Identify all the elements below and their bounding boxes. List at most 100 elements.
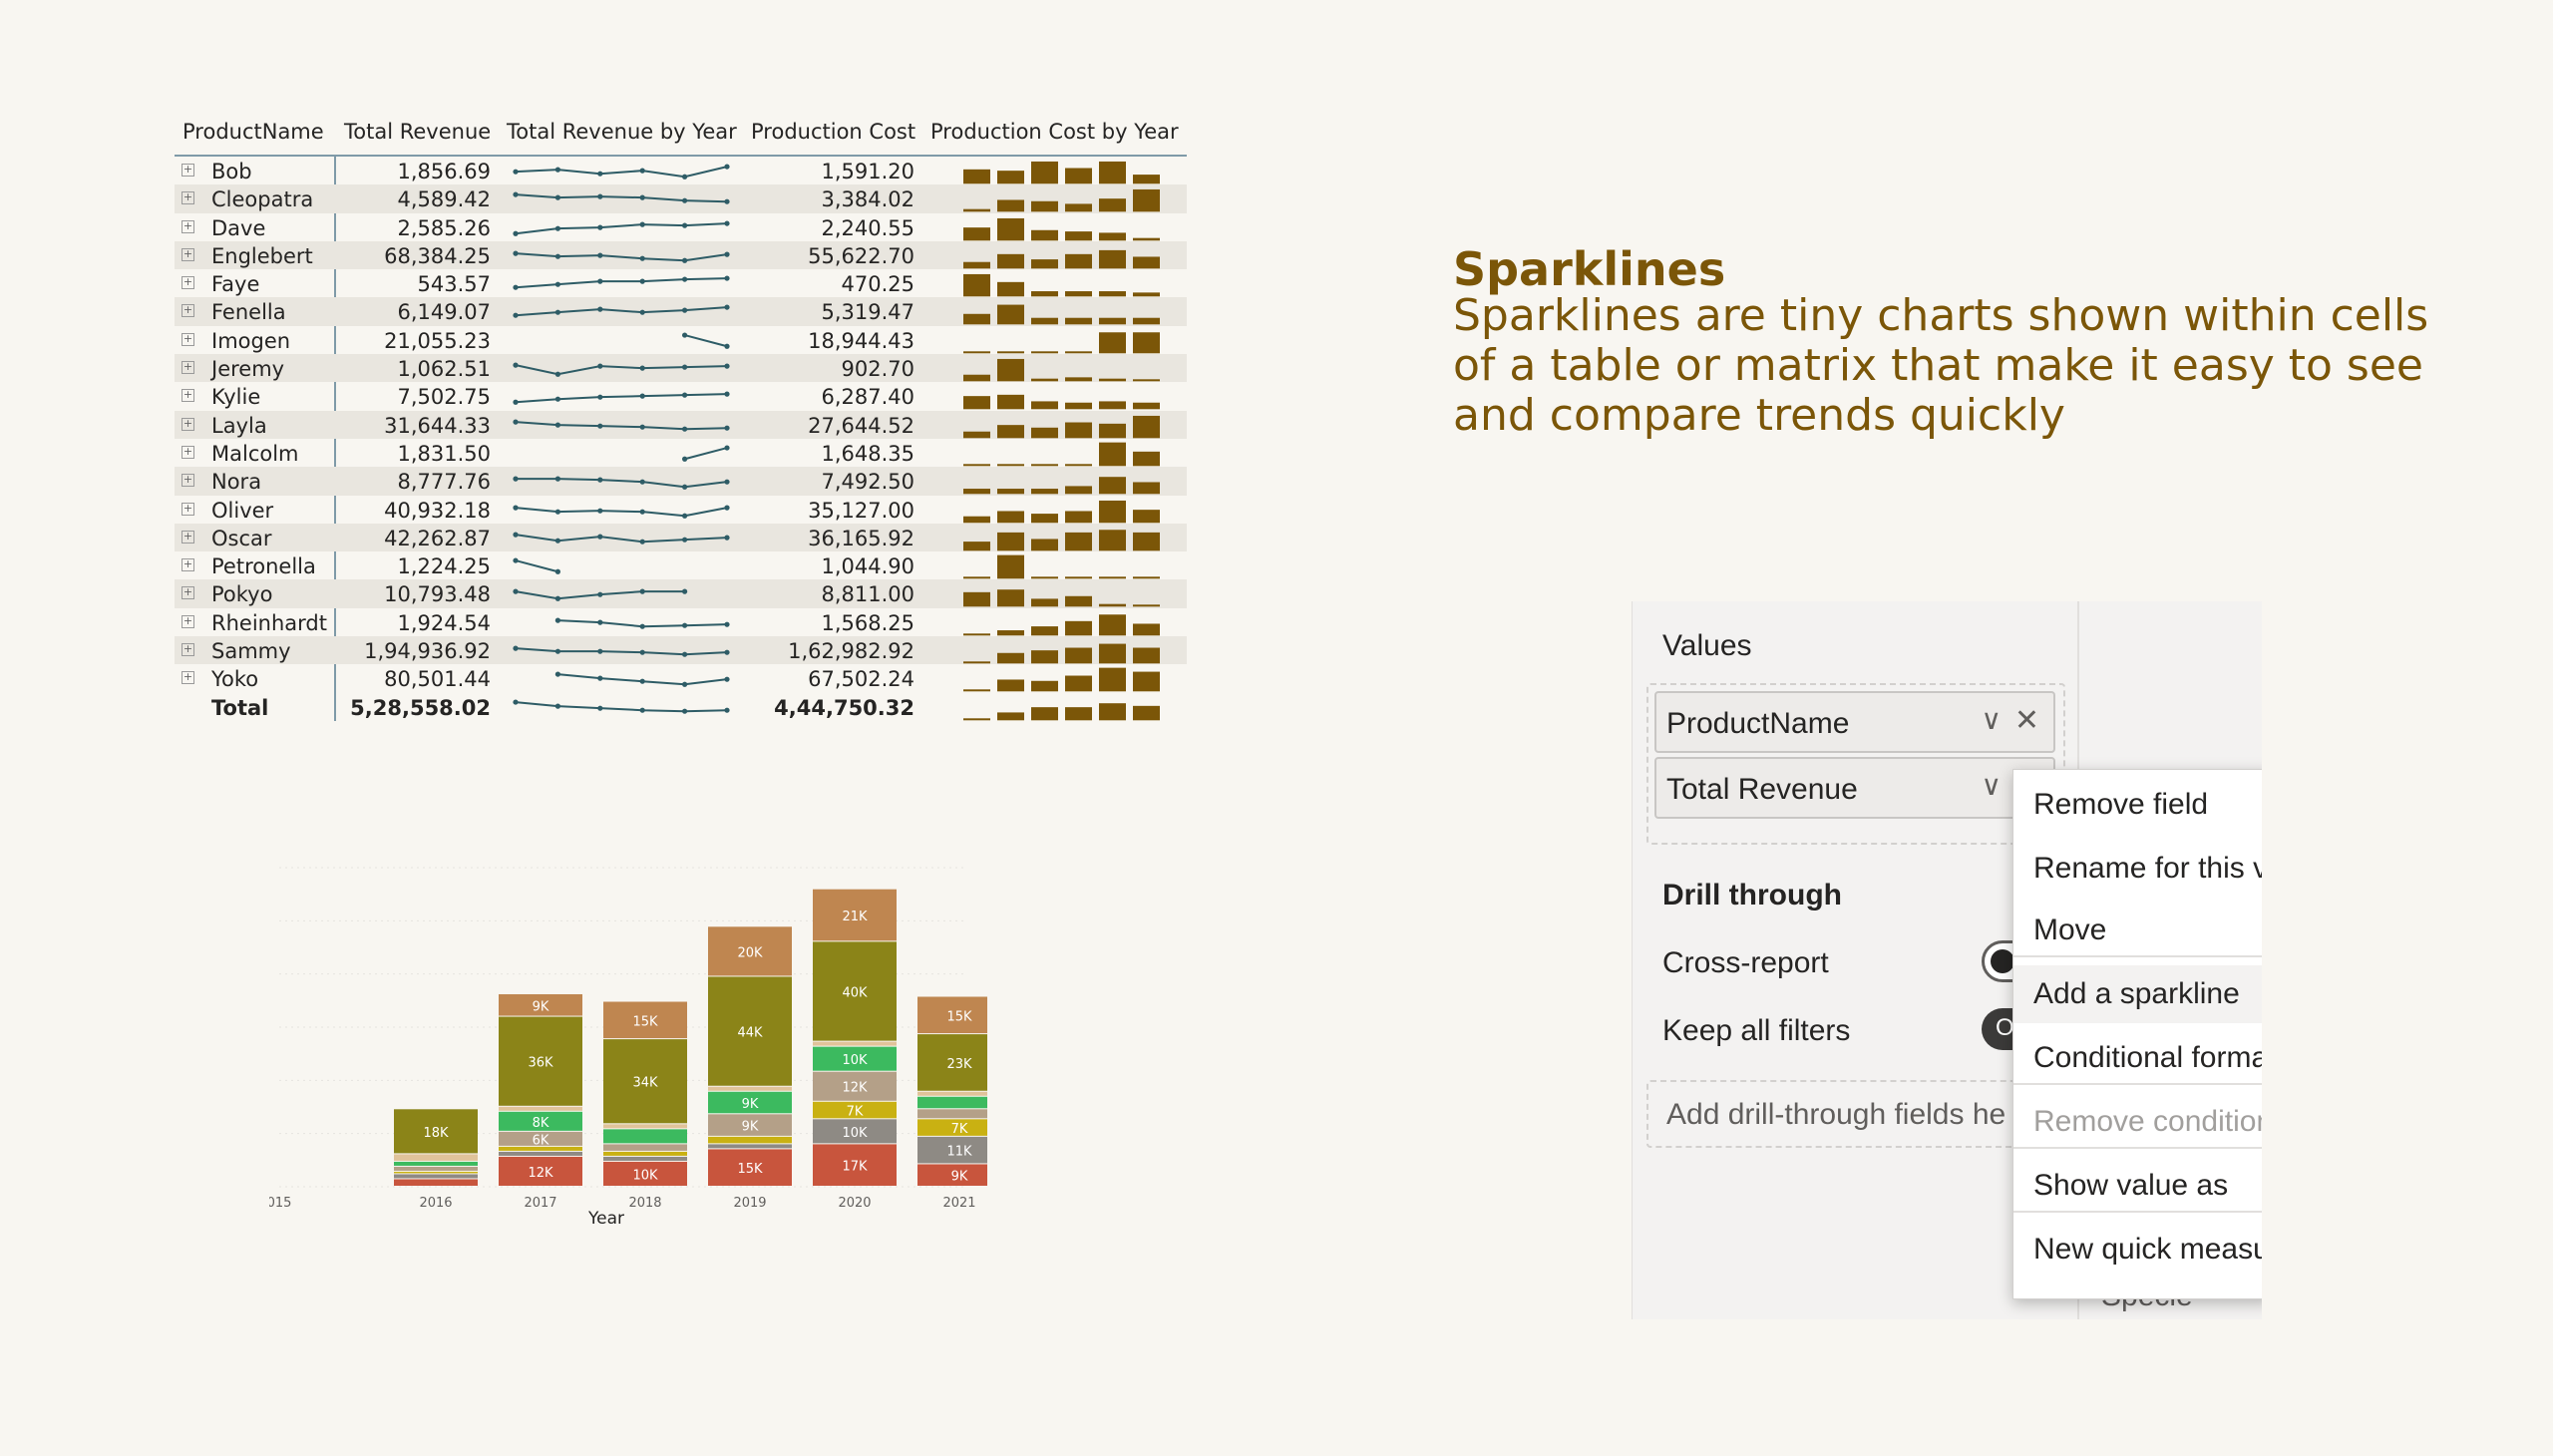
header-cost-by-year[interactable]: Production Cost by Year <box>930 120 1179 144</box>
table-row[interactable]: + Kylie 7,502.75 6,287.40 <box>175 382 1187 410</box>
drill-through-well[interactable]: Add drill-through fields he <box>1646 1080 2065 1148</box>
close-icon[interactable]: ✕ <box>2014 703 2039 738</box>
sparkline-bar <box>1133 237 1160 240</box>
sparkline-point <box>682 484 688 491</box>
sparkline-bar <box>1065 620 1092 636</box>
chevron-down-icon[interactable]: ∨ <box>1982 703 2003 736</box>
total-row[interactable]: Total 5,28,558.02 4,44,750.32 <box>175 693 1187 721</box>
table-row[interactable]: + Rheinhardt 1,924.54 1,568.25 <box>175 608 1187 636</box>
header-product-name[interactable]: ProductName <box>182 120 324 144</box>
stacked-bar-segment[interactable] <box>499 1106 582 1111</box>
sparkline-point <box>513 362 519 368</box>
stacked-bar-segment[interactable] <box>708 1136 792 1144</box>
context-menu-item[interactable]: Rename for this vi <box>2013 840 2262 898</box>
stacked-bar-segment[interactable] <box>603 1124 687 1129</box>
table-row[interactable]: + Pokyo 10,793.48 8,811.00 <box>175 579 1187 608</box>
table-row[interactable]: + Cleopatra 4,589.42 3,384.02 <box>175 184 1187 213</box>
table-row[interactable]: + Sammy 1,94,936.92 1,62,982.92 <box>175 636 1187 665</box>
stacked-bar-segment[interactable] <box>708 1086 792 1091</box>
sparkline-bar <box>963 374 990 382</box>
table-row[interactable]: + Dave 2,585.26 2,240.55 <box>175 213 1187 241</box>
sparkline-path <box>515 364 728 376</box>
sparkline-bar <box>1031 706 1058 720</box>
table-row[interactable]: + Jeremy 1,062.51 902.70 <box>175 354 1187 383</box>
table-row[interactable]: + Faye 543.57 470.25 <box>175 269 1187 297</box>
data-label: 9K <box>742 1120 759 1135</box>
stacked-bar-segment[interactable] <box>917 1109 987 1119</box>
sparkline-bar <box>963 274 990 297</box>
context-menu-item[interactable]: Show value as <box>2013 1157 2262 1215</box>
stacked-bar-segment[interactable] <box>603 1144 687 1151</box>
sparkline-point <box>682 537 688 543</box>
sparkline-bar <box>1065 532 1092 551</box>
sparkline-bar <box>963 464 990 467</box>
context-menu-item[interactable]: New quick measu <box>2013 1221 2262 1278</box>
sparkline-bar <box>1065 706 1092 720</box>
header-total-revenue[interactable]: Total Revenue <box>344 120 491 144</box>
stacked-bar-segment[interactable] <box>499 1151 582 1156</box>
values-well[interactable]: ProductName ∨ ✕ Total Revenue ∨ <box>1646 683 2065 845</box>
table-row[interactable]: + Oliver 40,932.18 35,127.00 <box>175 496 1187 524</box>
stacked-bar-segment[interactable] <box>394 1179 478 1186</box>
sparkline-bar <box>1031 378 1058 382</box>
revenue-sparkline <box>513 645 730 657</box>
stacked-bar-segment[interactable] <box>394 1161 478 1166</box>
sparkline-bar <box>997 511 1024 523</box>
stacked-bar-segment[interactable] <box>708 1144 792 1149</box>
sparkline-point <box>682 197 688 204</box>
sparkline-bar <box>963 541 990 551</box>
stacked-bar-segment[interactable] <box>394 1174 478 1179</box>
x-tick-label: 2020 <box>838 1196 871 1211</box>
stacked-bar-segment[interactable] <box>394 1154 478 1161</box>
data-label: 9K <box>533 999 549 1014</box>
header-revenue-by-year[interactable]: Total Revenue by Year <box>507 120 737 144</box>
x-tick-label: 2016 <box>419 1196 452 1211</box>
table-row[interactable]: + Yoko 80,501.44 67,502.24 <box>175 664 1187 692</box>
stacked-bar-segment[interactable] <box>603 1151 687 1156</box>
cost-sparkline <box>963 305 1160 325</box>
table-row[interactable]: + Nora 8,777.76 7,492.50 <box>175 467 1187 496</box>
table-row[interactable]: + Imogen 21,055.23 18,944.43 <box>175 326 1187 354</box>
context-menu-item[interactable]: Conditional forma <box>2013 1029 2262 1087</box>
table-row[interactable]: + Bob 1,856.69 1,591.20 <box>175 157 1187 184</box>
table-row[interactable]: + Fenella 6,149.07 5,319.47 <box>175 297 1187 326</box>
table-row[interactable]: + Layla 31,644.33 27,644.52 <box>175 410 1187 439</box>
sparkline-bar <box>1133 576 1160 579</box>
stacked-bar-segment[interactable] <box>813 1041 897 1046</box>
stacked-bar-segment[interactable] <box>917 1096 987 1109</box>
context-menu-item[interactable]: Add a sparkline <box>2013 965 2262 1023</box>
sparkline-bar <box>1031 489 1058 495</box>
stacked-bar-segment[interactable] <box>394 1166 478 1171</box>
cost-sparkline <box>963 359 1160 382</box>
drill-through-placeholder: Add drill-through fields he <box>1666 1098 2006 1131</box>
stacked-bar-segment[interactable] <box>917 1091 987 1096</box>
field-pill-productname[interactable]: ProductName ∨ ✕ <box>1654 691 2055 753</box>
table-row[interactable]: + Malcolm 1,831.50 1,648.35 <box>175 439 1187 467</box>
sparkline-bar <box>1099 198 1126 212</box>
sparkline-point <box>724 445 730 451</box>
table-row[interactable]: + Oscar 42,262.87 36,165.92 <box>175 523 1187 552</box>
sparkline-point <box>513 532 519 538</box>
info-description: Sparklines are tiny charts shown within … <box>1453 290 2429 441</box>
table-row[interactable]: + Petronella 1,224.25 1,044.90 <box>175 551 1187 579</box>
stacked-bar-segment[interactable] <box>394 1171 478 1174</box>
sparkline-point <box>639 221 645 227</box>
sparkline-bar <box>1031 201 1058 212</box>
table-row[interactable]: + Englebert 68,384.25 55,622.70 <box>175 240 1187 270</box>
cost-sparkline <box>963 189 1160 212</box>
sparkline-point <box>513 230 519 236</box>
stacked-bar-segment[interactable] <box>603 1156 687 1161</box>
sparkline-point <box>513 313 519 319</box>
context-menu-item[interactable]: Move <box>2013 902 2262 959</box>
field-pill-total-revenue[interactable]: Total Revenue ∨ <box>1654 757 2055 819</box>
sparkline-bar <box>997 589 1024 607</box>
sparkline-point <box>554 568 560 574</box>
context-menu-item[interactable]: Remove field <box>2013 776 2262 834</box>
sparkline-bar <box>1133 509 1160 523</box>
chevron-down-icon[interactable]: ∨ <box>1982 769 2003 802</box>
sparkline-point <box>724 304 730 311</box>
stacked-bar-segment[interactable] <box>603 1129 687 1144</box>
header-production-cost[interactable]: Production Cost <box>751 120 915 144</box>
sparkline-point <box>597 675 603 682</box>
sparkline-bar <box>1065 203 1092 212</box>
